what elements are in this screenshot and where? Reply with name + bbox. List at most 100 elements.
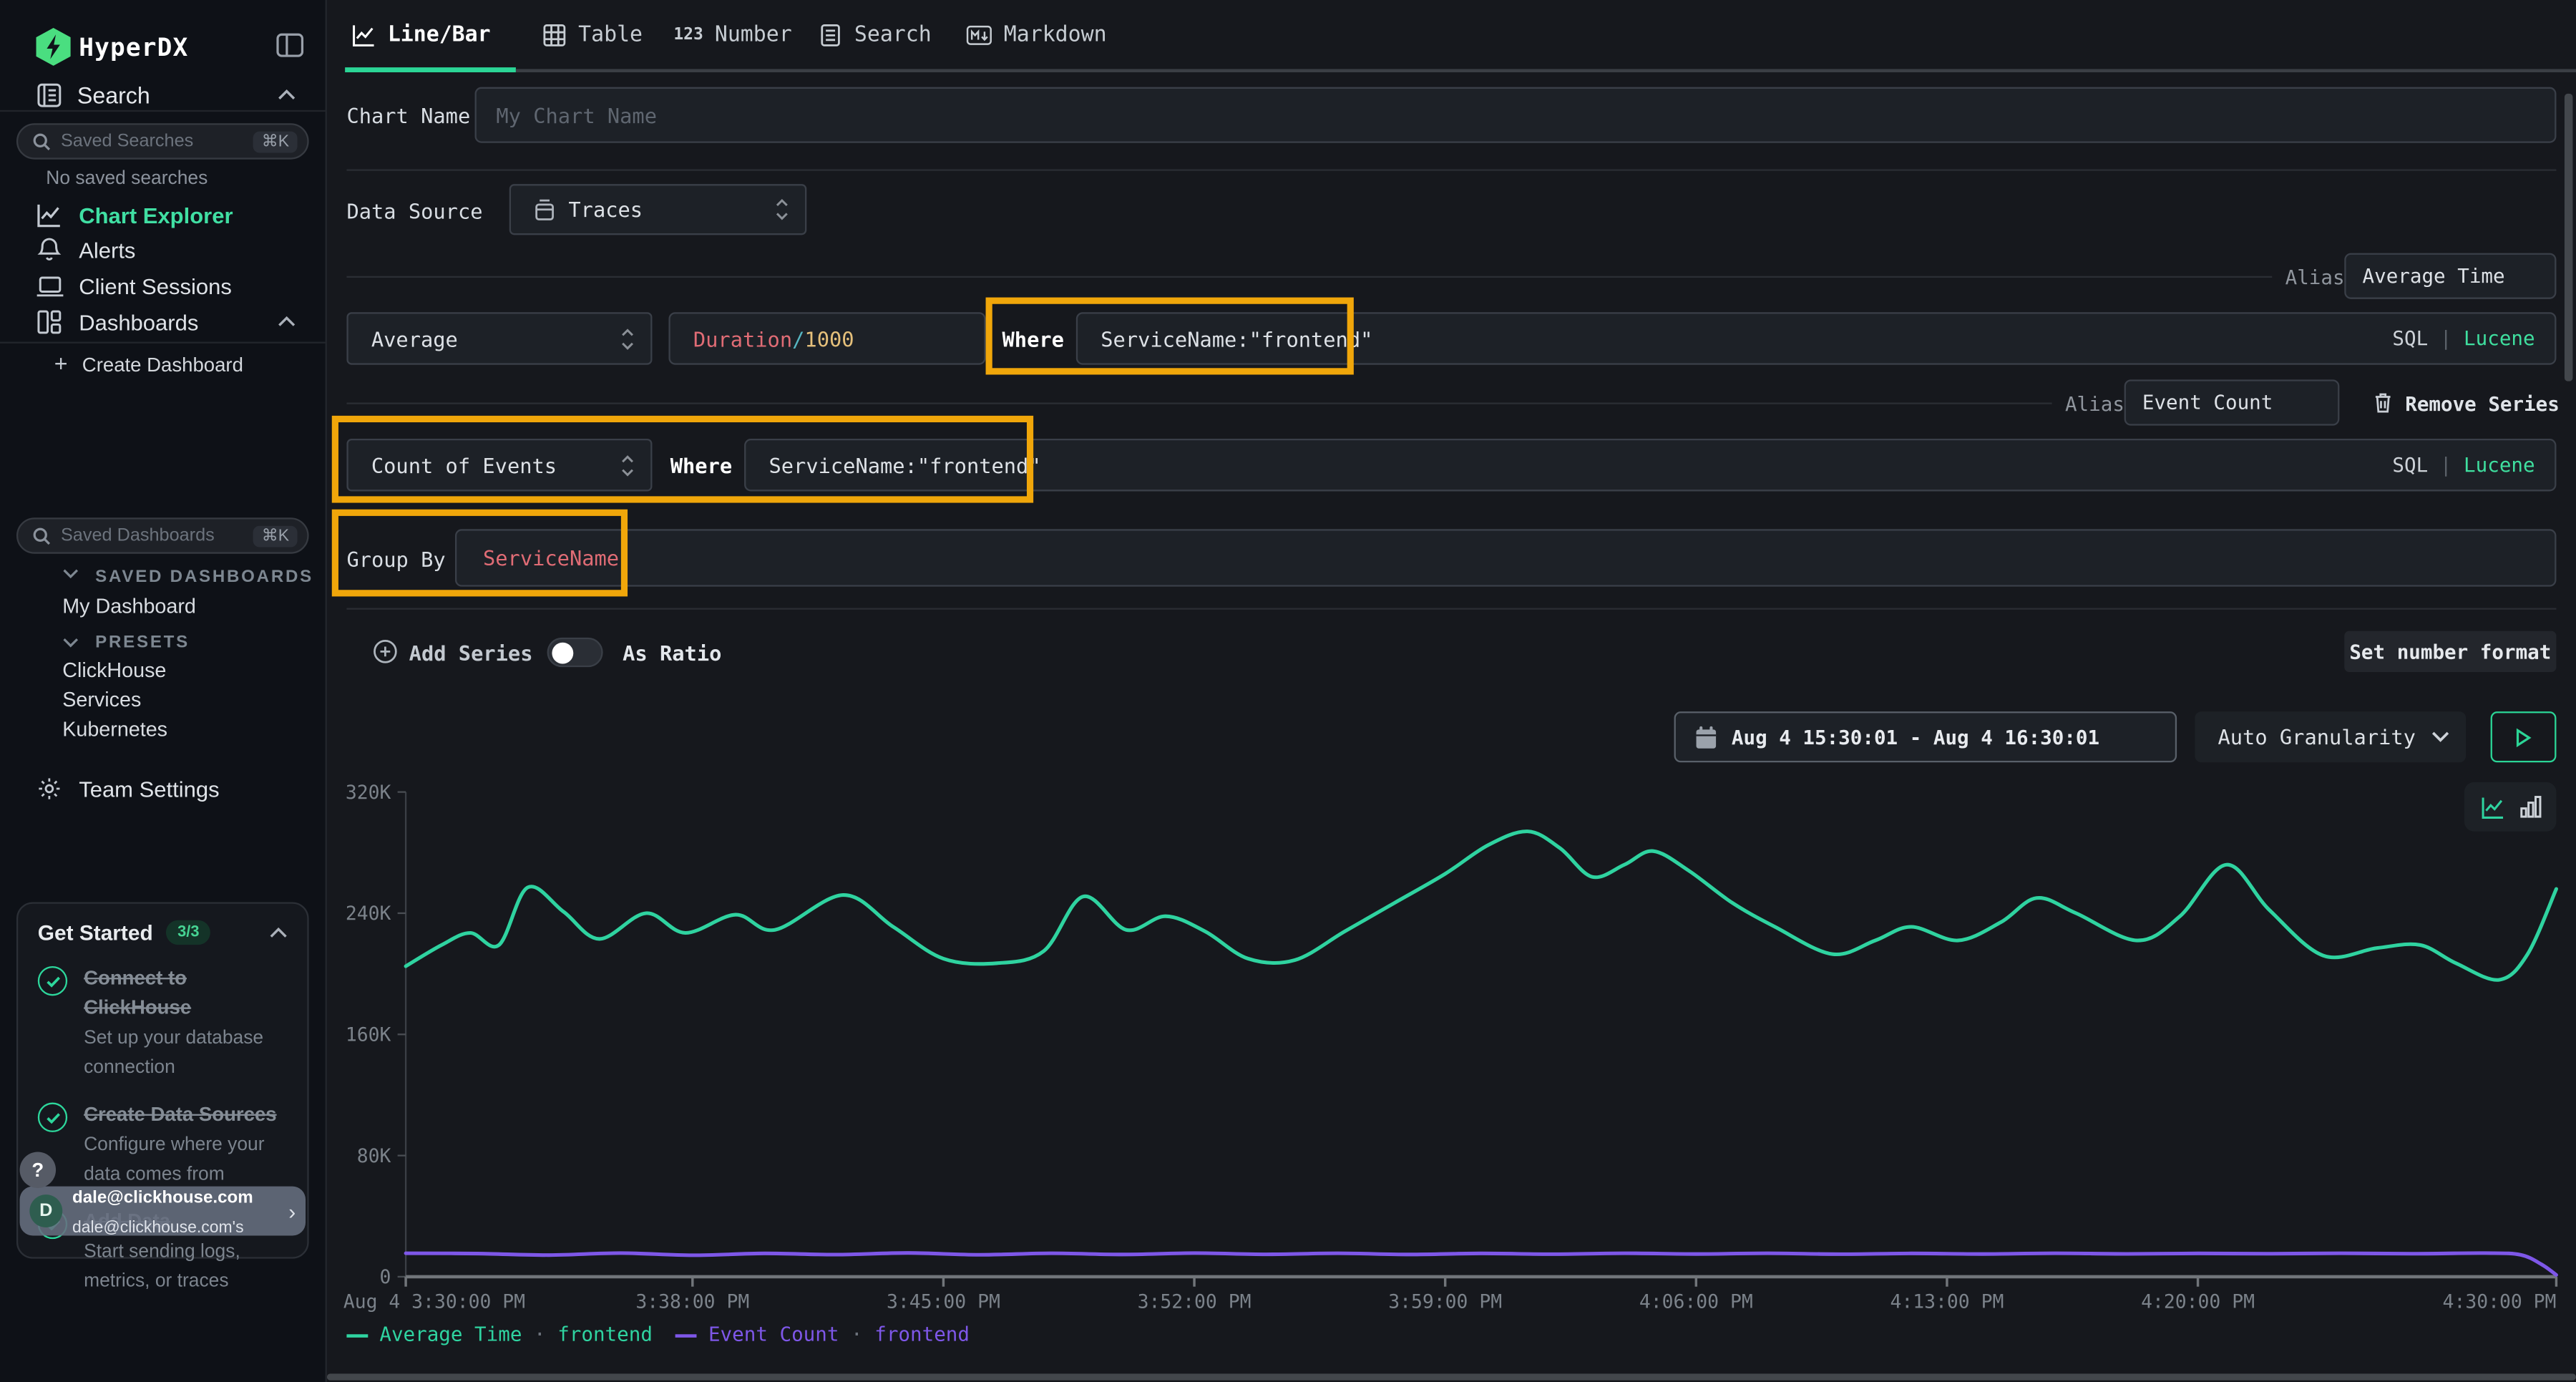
task-connect-clickhouse[interactable]: Connect to ClickHouse Set up your databa… — [38, 963, 288, 1081]
chart-name-label: Chart Name — [346, 104, 470, 128]
granularity-select[interactable]: Auto Granularity — [2195, 711, 2466, 762]
legend-separator: · — [522, 1323, 557, 1345]
tab-search[interactable]: Search — [818, 23, 931, 47]
divider — [0, 110, 327, 112]
chevron-up-icon[interactable] — [270, 927, 288, 938]
data-source-value: Traces — [568, 198, 643, 222]
as-ratio-label: As Ratio — [623, 641, 721, 665]
legend-item[interactable]: Event Count · frontend — [675, 1323, 970, 1345]
sidebar-section-search[interactable]: Search — [77, 82, 150, 109]
vertical-scrollbar[interactable] — [2565, 94, 2572, 381]
task-create-data-sources[interactable]: Create Data Sources Configure where your… — [38, 1099, 288, 1188]
alias-input-average-time[interactable] — [2344, 253, 2556, 299]
no-saved-searches-text: No saved searches — [46, 169, 208, 189]
query-language-switch: SQL | Lucene — [2392, 454, 2534, 477]
group-by-value: ServiceName — [483, 545, 619, 570]
chevron-down-icon — [2431, 731, 2449, 743]
legend-series-name: Average Time — [379, 1323, 522, 1345]
group-title-saved-dashboards[interactable]: SAVED DASHBOARDS — [95, 567, 313, 587]
operator-token: / — [792, 326, 804, 351]
app-title: HyperDX — [79, 33, 188, 62]
legend-swatch — [346, 1333, 368, 1337]
user-menu[interactable]: D dale@clickhouse.com dale@clickhouse.co… — [20, 1187, 306, 1236]
sidebar-item-alerts[interactable]: Alerts — [79, 238, 135, 263]
svg-text:4:13:00 PM: 4:13:00 PM — [1890, 1291, 2004, 1313]
saved-searches-placeholder: Saved Searches — [61, 132, 244, 152]
saved-dashboards-input[interactable]: Saved Dashboards ⌘K — [16, 517, 309, 554]
select-caret-icon — [621, 328, 634, 349]
alias-input-event-count[interactable] — [2124, 379, 2340, 425]
horizontal-scrollbar[interactable] — [327, 1373, 2576, 1380]
add-series-button[interactable]: Add Series — [409, 641, 533, 665]
task-desc: Configure where your data comes from — [84, 1135, 264, 1184]
svg-text:3:59:00 PM: 3:59:00 PM — [1388, 1291, 1502, 1313]
chart-name-input[interactable] — [475, 87, 2557, 143]
chart-legend[interactable]: Average Time · frontend Event Count · fro… — [346, 1323, 970, 1345]
divider — [346, 608, 2556, 609]
data-source-select[interactable]: Traces — [509, 184, 807, 235]
search-section-icon — [36, 82, 63, 109]
group-by-input[interactable]: ServiceName — [455, 529, 2556, 586]
time-range-input[interactable]: Aug 4 15:30:01 - Aug 4 16:30:01 — [1674, 711, 2177, 762]
tab-bar-line — [516, 69, 2576, 72]
saved-searches-input[interactable]: Saved Searches ⌘K — [16, 123, 309, 160]
shortcut-badge: ⌘K — [253, 525, 297, 547]
as-ratio-toggle[interactable] — [547, 638, 603, 667]
set-number-format-button[interactable]: Set number format — [2344, 631, 2556, 672]
tab-table[interactable]: Table — [542, 23, 643, 47]
create-dashboard-button[interactable]: Create Dashboard — [82, 354, 243, 376]
legend-separator: · — [839, 1323, 874, 1345]
sql-toggle[interactable]: SQL — [2392, 327, 2428, 350]
sidebar-item-kubernetes[interactable]: Kubernetes — [62, 718, 167, 741]
svg-text:3:52:00 PM: 3:52:00 PM — [1138, 1291, 1252, 1313]
tab-markdown[interactable]: Markdown — [966, 23, 1107, 47]
search-icon — [33, 527, 51, 545]
lucene-toggle[interactable]: Lucene — [2464, 454, 2535, 477]
calendar-icon — [1695, 726, 1717, 749]
sidebar-item-dashboards[interactable]: Dashboards — [79, 311, 198, 335]
svg-text:3:45:00 PM: 3:45:00 PM — [887, 1291, 1000, 1313]
gear-icon — [36, 776, 63, 802]
chevron-up-icon[interactable] — [278, 316, 296, 327]
sidebar-collapse-icon[interactable] — [276, 33, 304, 57]
progress-badge: 3/3 — [166, 920, 210, 945]
task-title: Create Data Sources — [84, 1103, 277, 1126]
aggregation-value: Count of Events — [371, 453, 557, 477]
get-started-title: Get Started — [38, 920, 153, 945]
shortcut-badge: ⌘K — [253, 131, 297, 152]
legend-item[interactable]: Average Time · frontend — [346, 1323, 652, 1345]
chevron-down-icon[interactable] — [62, 638, 79, 648]
check-circle-icon — [38, 966, 67, 996]
bell-icon — [36, 237, 63, 263]
chevron-up-icon[interactable] — [278, 89, 296, 100]
avatar: D — [29, 1194, 62, 1227]
trash-icon[interactable] — [2372, 391, 2394, 414]
aggregation-select-2[interactable]: Count of Events — [346, 439, 652, 491]
timeseries-chart[interactable]: 080K160K240K320KAug 4 3:30:00 PM3:38:00 … — [328, 756, 2576, 1363]
where-input-1[interactable]: ServiceName:"frontend" SQL | Lucene — [1076, 312, 2557, 364]
tab-line-bar[interactable]: Line/Bar — [351, 23, 490, 47]
aggregation-select-1[interactable]: Average — [346, 312, 652, 364]
field-token: Duration — [693, 326, 792, 351]
where-input-2[interactable]: ServiceName:"frontend" SQL | Lucene — [744, 439, 2556, 491]
field-expression-input[interactable]: Duration/1000 — [668, 312, 985, 364]
chevron-down-icon[interactable] — [62, 568, 79, 578]
sql-toggle[interactable]: SQL — [2392, 454, 2428, 477]
sidebar-item-my-dashboard[interactable]: My Dashboard — [62, 595, 196, 618]
run-query-button[interactable] — [2491, 711, 2557, 762]
plus-circle-icon — [373, 639, 397, 663]
sidebar-item-client-sessions[interactable]: Client Sessions — [79, 274, 232, 298]
remove-series-button[interactable]: Remove Series — [2405, 393, 2560, 416]
123-icon: 123 — [673, 26, 703, 44]
lucene-toggle[interactable]: Lucene — [2464, 327, 2535, 350]
sidebar-item-team-settings[interactable]: Team Settings — [79, 777, 219, 802]
group-title-presets[interactable]: PRESETS — [95, 633, 190, 653]
sidebar-item-chart-explorer[interactable]: Chart Explorer — [79, 204, 233, 228]
help-button[interactable]: ? — [20, 1152, 57, 1188]
sidebar-item-clickhouse[interactable]: ClickHouse — [62, 659, 166, 682]
tab-number[interactable]: 123 Number — [673, 23, 791, 47]
hyperdx-logo-icon[interactable] — [36, 28, 71, 66]
sidebar-item-services[interactable]: Services — [62, 688, 141, 711]
saved-dashboards-placeholder: Saved Dashboards — [61, 526, 244, 546]
legend-group-name: frontend — [557, 1323, 653, 1345]
